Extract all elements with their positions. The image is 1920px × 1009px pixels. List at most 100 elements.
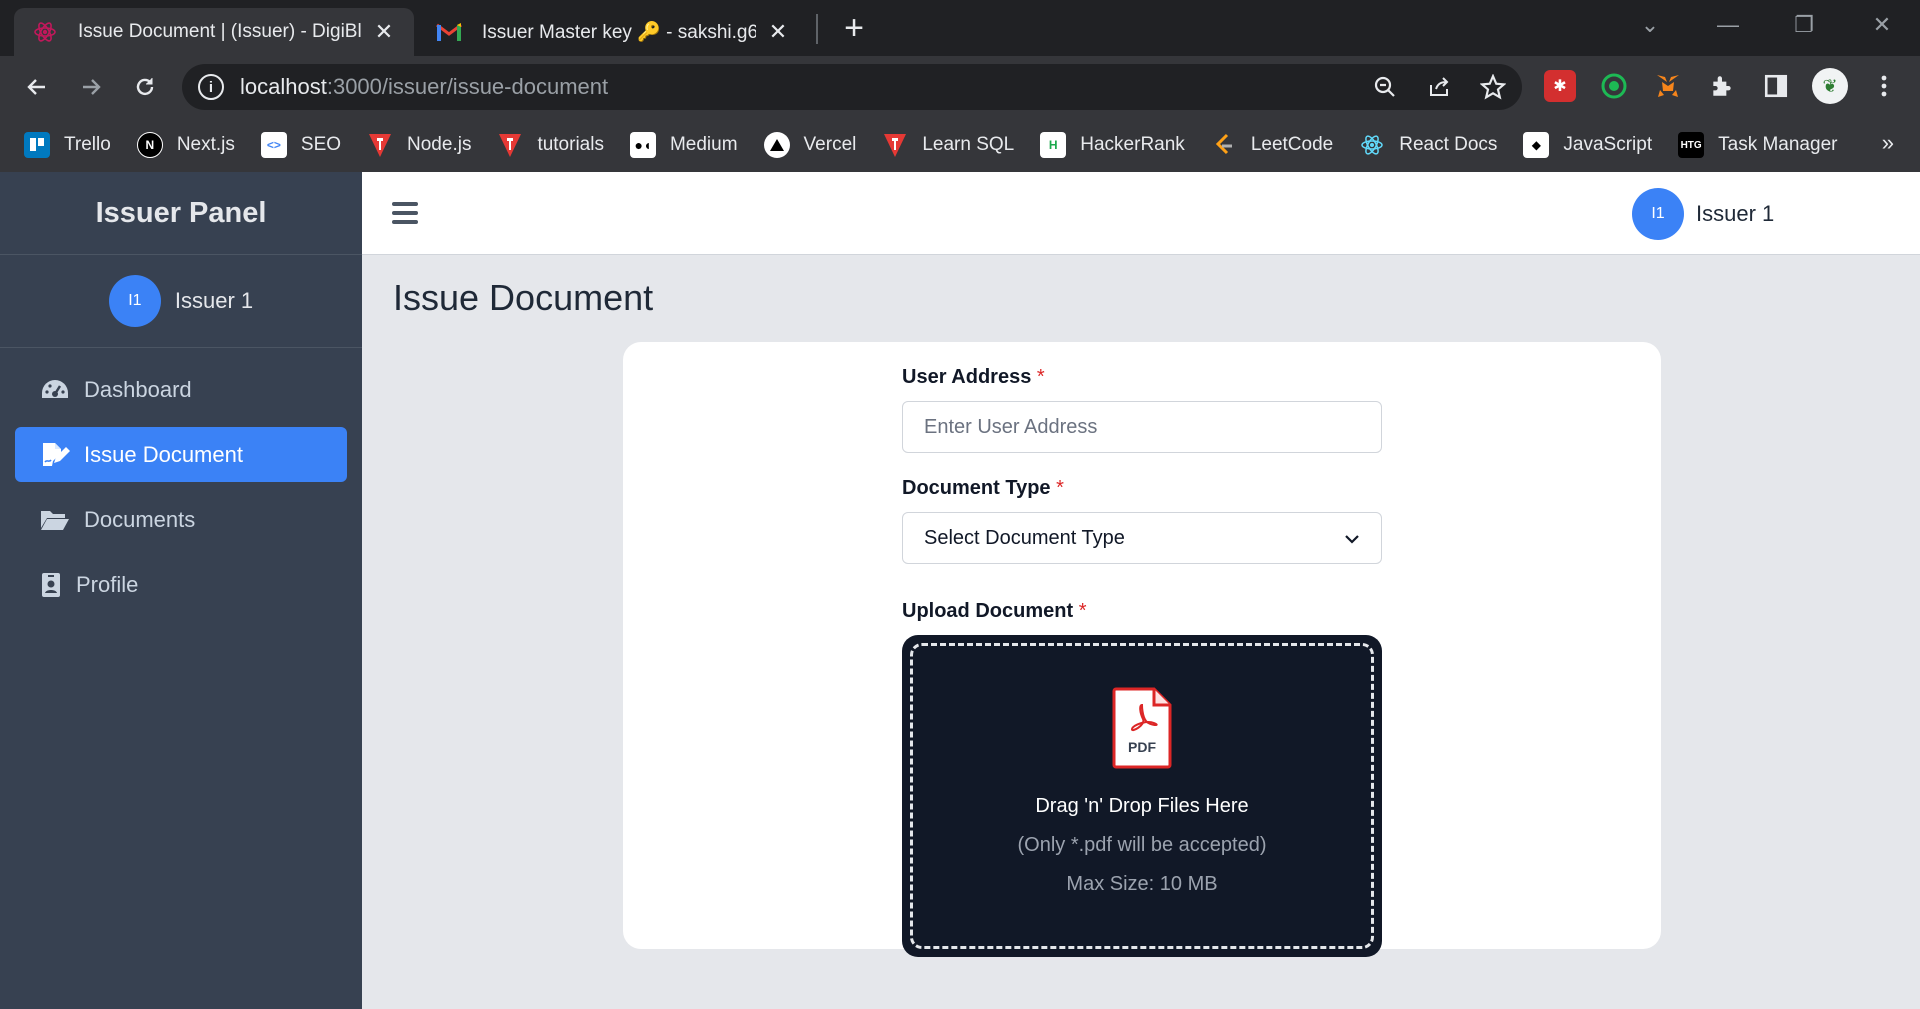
user-address-label: User Address * bbox=[902, 366, 1045, 388]
required-mark: * bbox=[1036, 366, 1045, 388]
sql-icon bbox=[882, 132, 908, 158]
bookmark-hackerrank[interactable]: H HackerRank bbox=[1040, 132, 1185, 158]
sidebar-user: I1 Issuer 1 bbox=[0, 255, 362, 348]
javascript-icon: ◆ bbox=[1523, 132, 1550, 158]
profile-avatar-icon[interactable]: ❦ bbox=[1812, 68, 1848, 104]
close-window-icon[interactable]: ✕ bbox=[1862, 10, 1902, 40]
minimize-icon[interactable]: — bbox=[1708, 10, 1748, 40]
file-dropzone[interactable]: PDF Drag 'n' Drop Files Here (Only *.pdf… bbox=[902, 635, 1382, 957]
sidebar-item-documents[interactable]: Documents bbox=[15, 492, 347, 547]
leetcode-icon bbox=[1211, 132, 1237, 158]
dropzone-accept-note: (Only *.pdf will be accepted) bbox=[1017, 834, 1267, 856]
user-address-input[interactable] bbox=[902, 401, 1382, 453]
dashboard-gauge-icon bbox=[40, 376, 70, 404]
address-bar[interactable]: i localhost:3000/issuer/issue-document bbox=[182, 64, 1522, 110]
file-signature-icon bbox=[40, 441, 70, 469]
bookmark-tutorials[interactable]: tutorials bbox=[497, 132, 604, 158]
tab-separator bbox=[816, 14, 818, 44]
upload-document-label: Upload Document * bbox=[902, 600, 1087, 622]
sidebar-title: Issuer Panel bbox=[0, 172, 362, 255]
new-tab-icon[interactable]: + bbox=[836, 9, 872, 47]
top-bar: I1 Issuer 1 bbox=[362, 172, 1920, 255]
dropzone-dashed-area: PDF Drag 'n' Drop Files Here (Only *.pdf… bbox=[910, 643, 1374, 949]
bookmark-seo[interactable]: <> SEO bbox=[260, 132, 341, 158]
pdf-file-icon: PDF bbox=[1112, 687, 1172, 769]
tutorials-icon bbox=[497, 132, 523, 158]
medium-icon: ●◖ bbox=[629, 132, 656, 158]
topbar-user[interactable]: I1 Issuer 1 bbox=[1632, 188, 1774, 240]
tab-gmail[interactable]: Issuer Master key 🔑 - sakshi.g6420 ✕ bbox=[418, 8, 808, 56]
react-icon bbox=[1359, 132, 1385, 158]
bookmark-leetcode[interactable]: LeetCode bbox=[1211, 132, 1333, 158]
bookmark-medium[interactable]: ●◖ Medium bbox=[629, 132, 738, 158]
document-type-label: Document Type * bbox=[902, 477, 1064, 499]
reload-icon[interactable] bbox=[126, 68, 164, 106]
nodejs-icon bbox=[367, 132, 393, 158]
sidebar-item-dashboard[interactable]: Dashboard bbox=[15, 362, 347, 417]
bookmark-star-icon[interactable] bbox=[1478, 72, 1508, 102]
side-panel-icon[interactable] bbox=[1760, 70, 1792, 102]
seo-icon: <> bbox=[260, 132, 287, 158]
sidebar-item-issue-document[interactable]: Issue Document bbox=[15, 427, 347, 482]
folder-open-icon bbox=[40, 506, 70, 534]
vercel-icon bbox=[763, 132, 790, 158]
trello-icon bbox=[24, 132, 50, 158]
restore-icon[interactable]: ❐ bbox=[1784, 10, 1824, 40]
extensions-puzzle-icon[interactable] bbox=[1706, 70, 1738, 102]
dropzone-title: Drag 'n' Drop Files Here bbox=[1035, 795, 1249, 817]
gmail-icon bbox=[436, 19, 462, 45]
sidebar: Issuer Panel I1 Issuer 1 Dashboard Issue… bbox=[0, 172, 362, 1009]
zoom-icon[interactable] bbox=[1370, 72, 1400, 102]
bookmark-task-manager[interactable]: HTG Task Manager bbox=[1678, 132, 1837, 158]
bookmark-react-docs[interactable]: React Docs bbox=[1359, 132, 1497, 158]
forward-arrow-icon[interactable] bbox=[72, 68, 110, 106]
sidebar-item-label: Documents bbox=[84, 506, 196, 532]
hackerrank-icon: H bbox=[1040, 132, 1067, 158]
id-badge-icon bbox=[40, 571, 62, 599]
extension-target-icon[interactable] bbox=[1598, 70, 1630, 102]
site-info-icon[interactable]: i bbox=[198, 74, 224, 100]
avatar: I1 bbox=[108, 275, 161, 327]
sidebar-user-name: Issuer 1 bbox=[174, 288, 254, 313]
sidebar-item-label: Issue Document bbox=[84, 441, 243, 467]
bookmark-nextjs[interactable]: N Next.js bbox=[136, 132, 235, 158]
metamask-fox-icon[interactable] bbox=[1652, 70, 1684, 102]
issue-document-form: User Address * Document Type * Select Do… bbox=[902, 342, 1382, 957]
browser-menu-icon[interactable] bbox=[1868, 70, 1900, 102]
pdf-label: PDF bbox=[1128, 739, 1156, 755]
tab-title: Issue Document | (Issuer) - DigiBlock bbox=[78, 21, 362, 42]
sidebar-item-profile[interactable]: Profile bbox=[15, 557, 347, 612]
more-bookmarks-icon[interactable]: » bbox=[1882, 130, 1894, 156]
extension-bug-icon[interactable]: ✱ bbox=[1544, 70, 1576, 102]
dropzone-max-size: Max Size: 10 MB bbox=[1066, 873, 1218, 895]
bookmark-learn-sql[interactable]: Learn SQL bbox=[882, 132, 1014, 158]
tab-issue-document[interactable]: Issue Document | (Issuer) - DigiBlock ✕ bbox=[14, 8, 414, 56]
required-mark: * bbox=[1078, 600, 1087, 622]
topbar-user-name: Issuer 1 bbox=[1696, 201, 1775, 226]
back-arrow-icon[interactable] bbox=[18, 68, 56, 106]
browser-toolbar: i localhost:3000/issuer/issue-document ✱… bbox=[0, 56, 1920, 118]
browser-tab-strip: Issue Document | (Issuer) - DigiBlock ✕ … bbox=[0, 0, 1920, 56]
htg-icon: HTG bbox=[1678, 132, 1705, 158]
bookmark-nodejs[interactable]: Node.js bbox=[367, 132, 471, 158]
close-tab-icon[interactable]: ✕ bbox=[766, 19, 790, 44]
tab-search-chevron-icon[interactable]: ⌄ bbox=[1630, 10, 1670, 40]
sidebar-nav: Dashboard Issue Document Documents Profi… bbox=[0, 348, 362, 636]
bookmark-trello[interactable]: Trello bbox=[24, 132, 111, 158]
app-root: Issuer Panel I1 Issuer 1 Dashboard Issue… bbox=[0, 172, 1920, 1009]
share-icon[interactable] bbox=[1424, 72, 1454, 102]
required-mark: * bbox=[1056, 477, 1064, 499]
tab-title: Issuer Master key 🔑 - sakshi.g6420 bbox=[482, 22, 756, 43]
react-like-favicon bbox=[32, 19, 58, 45]
bookmarks-bar: Trello N Next.js <> SEO Node.js tutorial… bbox=[0, 118, 1920, 172]
avatar: I1 bbox=[1632, 188, 1684, 240]
document-type-select[interactable]: Select Document Type bbox=[902, 512, 1382, 564]
bookmark-vercel[interactable]: Vercel bbox=[763, 132, 856, 158]
url-text: localhost:3000/issuer/issue-document bbox=[240, 74, 609, 99]
hamburger-menu-icon[interactable] bbox=[392, 200, 418, 226]
sidebar-item-label: Dashboard bbox=[84, 376, 192, 402]
close-tab-icon[interactable]: ✕ bbox=[372, 19, 396, 44]
bookmark-javascript[interactable]: ◆ JavaScript bbox=[1523, 132, 1652, 158]
chevron-down-icon bbox=[1344, 527, 1360, 550]
page-title: Issue Document bbox=[393, 277, 654, 318]
